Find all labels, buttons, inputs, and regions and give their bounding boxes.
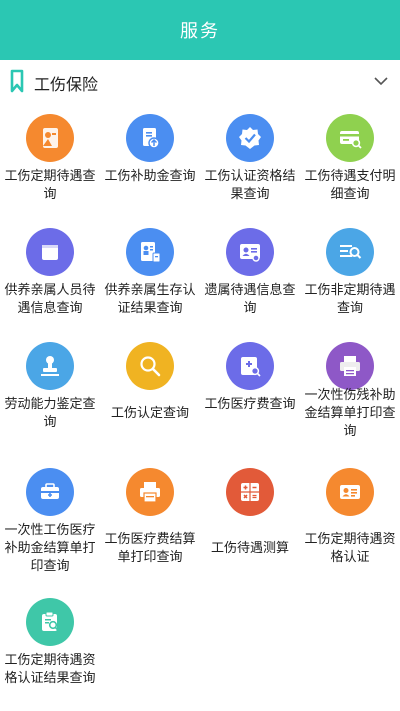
document-upload-icon [126, 114, 174, 162]
service-label: 工伤认定查询 [110, 406, 189, 421]
printer-doc-icon [326, 342, 374, 390]
service-label: 工伤医疗费查询 [204, 397, 296, 412]
magnifier-icon [126, 342, 174, 390]
app-header: 服务 [0, 0, 400, 60]
person-card-icon [26, 114, 74, 162]
service-item[interactable]: 工伤定期待遇查询 [0, 104, 100, 218]
service-label: 工伤定期待遇资格认证 [304, 532, 396, 565]
printer-icon [126, 468, 174, 516]
clipboard-search-icon [26, 598, 74, 646]
service-item[interactable]: 工伤非定期待遇查询 [300, 218, 400, 332]
service-label: 一次性伤残补助金结算单打印查询 [304, 388, 396, 439]
service-item[interactable]: 工伤医疗费结算单打印查询 [100, 458, 200, 572]
service-label: 工伤定期待遇资格认证结果查询 [4, 653, 96, 686]
service-item[interactable]: 工伤待遇测算 [200, 458, 300, 572]
chevron-down-icon[interactable] [374, 74, 388, 88]
service-label: 遗属待遇信息查询 [204, 283, 296, 316]
service-label: 一次性工伤医疗补助金结算单打印查询 [4, 523, 96, 574]
page-title: 服务 [180, 21, 220, 42]
service-label: 工伤认证资格结果查询 [204, 169, 296, 202]
profile-search-icon [226, 228, 274, 276]
service-item[interactable]: 一次性工伤医疗补助金结算单打印查询 [0, 458, 100, 574]
folder-icon [26, 228, 74, 276]
stamp-icon [26, 342, 74, 390]
service-item[interactable]: 遗属待遇信息查询 [200, 218, 300, 332]
service-item[interactable]: 供养亲属生存认证结果查询 [100, 218, 200, 332]
id-card-icon [326, 468, 374, 516]
service-label: 工伤待遇支付明细查询 [304, 169, 396, 202]
service-item[interactable]: 工伤认证资格结果查询 [200, 104, 300, 218]
card-search-icon [326, 114, 374, 162]
service-label: 供养亲属生存认证结果查询 [104, 283, 196, 316]
service-item[interactable]: 供养亲属人员待遇信息查询 [0, 218, 100, 332]
service-item[interactable]: 一次性伤残补助金结算单打印查询 [300, 332, 400, 446]
verified-badge-icon [226, 114, 274, 162]
service-item[interactable]: 工伤医疗费查询 [200, 332, 300, 446]
medical-kit-icon [26, 468, 74, 516]
calculator-icon [226, 468, 274, 516]
service-label: 工伤补助金查询 [104, 169, 196, 184]
bookmark-icon [10, 69, 24, 93]
id-document-icon [126, 228, 174, 276]
service-item[interactable]: 劳动能力鉴定查询 [0, 332, 100, 446]
service-label: 供养亲属人员待遇信息查询 [4, 283, 96, 316]
service-label: 工伤医疗费结算单打印查询 [104, 532, 196, 565]
list-search-icon [326, 228, 374, 276]
service-item[interactable]: 工伤认定查询 [100, 332, 200, 446]
service-item[interactable]: 工伤待遇支付明细查询 [300, 104, 400, 218]
service-label: 劳动能力鉴定查询 [4, 397, 96, 430]
service-label: 工伤非定期待遇查询 [304, 283, 396, 316]
service-label: 工伤定期待遇查询 [4, 169, 96, 202]
service-item[interactable]: 工伤定期待遇资格认证 [300, 458, 400, 572]
medical-search-icon [226, 342, 274, 390]
service-item[interactable]: 工伤补助金查询 [100, 104, 200, 218]
section-header-work-injury[interactable]: 工伤保险 [0, 60, 400, 104]
service-item[interactable]: 工伤定期待遇资格认证结果查询 [0, 588, 100, 702]
section-title: 工伤保险 [34, 75, 99, 94]
service-label: 工伤待遇测算 [210, 541, 289, 556]
